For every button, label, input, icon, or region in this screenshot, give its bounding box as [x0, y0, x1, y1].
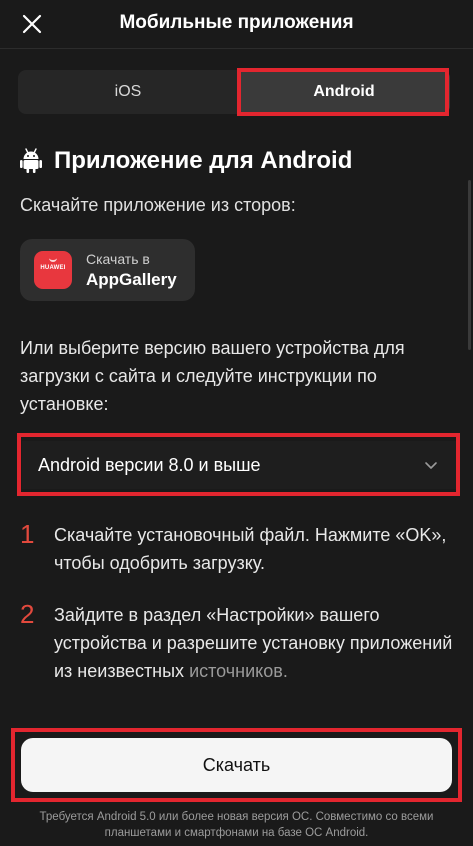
step-number: 2 — [20, 599, 35, 629]
highlight-frame-tab — [237, 68, 449, 116]
step-item: 2 Зайдите в раздел «Настройки» вашего ус… — [20, 599, 460, 709]
header: Мобильные приложения — [0, 0, 473, 48]
highlight-frame-select — [17, 433, 460, 496]
appgallery-small-label: Скачать в — [86, 251, 150, 267]
huawei-logo-icon: HUAWEI — [34, 251, 72, 289]
store-prompt: Скачайте приложение из сторов: — [20, 195, 296, 215]
appgallery-name: AppGallery — [86, 270, 177, 289]
step-item: 1 Скачайте установочный файл. Нажмите «O… — [20, 519, 460, 579]
huawei-logo-text: HUAWEI — [40, 265, 66, 271]
appgallery-button[interactable]: HUAWEI Скачать в AppGallery — [20, 239, 195, 301]
scrollbar[interactable] — [468, 180, 471, 350]
page-title: Мобильные приложения — [119, 12, 354, 33]
step-text: Зайдите в раздел «Настройки» вашего устр… — [54, 605, 453, 681]
android-icon — [20, 148, 42, 174]
compatibility-note: Требуется Android 5.0 или более новая ве… — [39, 811, 434, 839]
step-text: Скачайте установочный файл. Нажмите «OK»… — [54, 525, 447, 573]
mobile-apps-screen: Мобильные приложения iOS Android Приложе… — [0, 0, 473, 846]
section-title: Приложение для Android — [54, 147, 353, 174]
highlight-frame-download — [11, 728, 462, 802]
header-divider — [0, 48, 473, 49]
tab-ios[interactable]: iOS — [18, 70, 238, 114]
section-heading: Приложение для Android — [20, 144, 352, 178]
version-instructions: Или выберите версию вашего устройства дл… — [20, 338, 405, 414]
step-number: 1 — [20, 519, 35, 549]
